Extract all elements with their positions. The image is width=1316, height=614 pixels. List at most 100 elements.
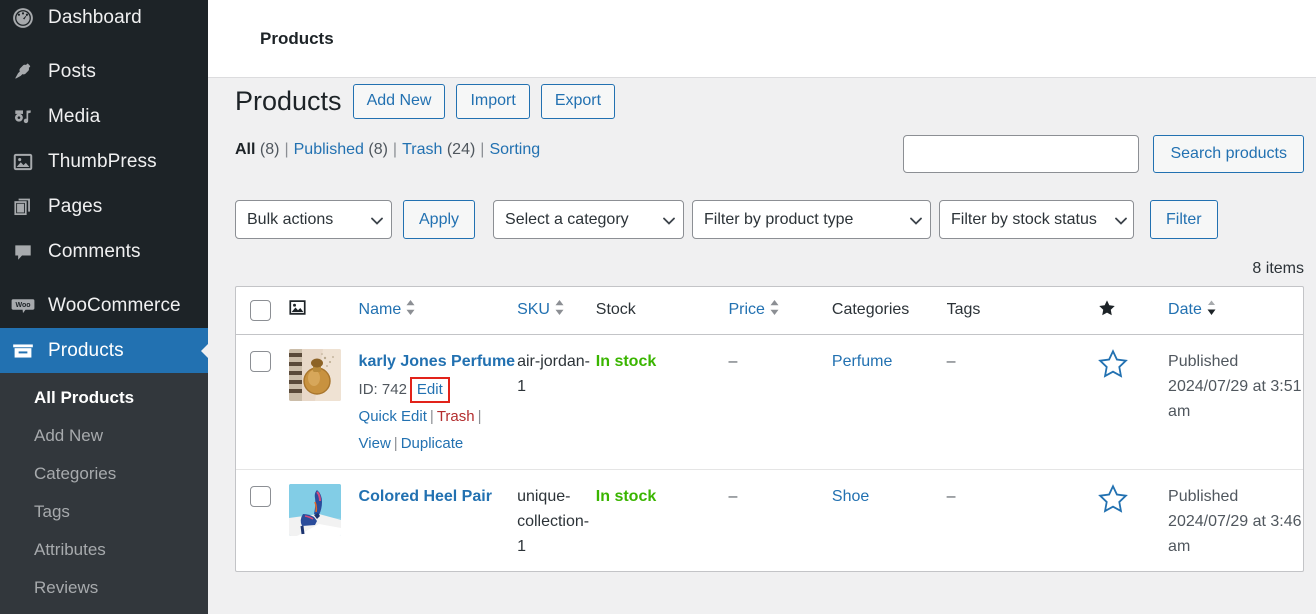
category-value: Select a category: [505, 210, 629, 228]
add-new-button[interactable]: Add New: [352, 84, 446, 119]
sku-sort-link[interactable]: SKU: [517, 301, 550, 319]
price-sort-link[interactable]: Price: [728, 301, 764, 319]
trash-link[interactable]: Trash: [437, 408, 475, 425]
submenu-item-attributes[interactable]: Attributes: [0, 531, 208, 569]
sidebar-item-pages[interactable]: Pages: [0, 184, 208, 229]
filter-button[interactable]: Filter: [1150, 200, 1218, 239]
chevron-down-icon: [663, 217, 675, 225]
admin-topbar: Products: [208, 0, 1316, 78]
sidebar-item-woocommerce[interactable]: Woo WooCommerce: [0, 283, 208, 328]
export-button[interactable]: Export: [540, 84, 616, 119]
status-link-trash[interactable]: Trash: [402, 141, 442, 158]
row-stock-cell: In stock: [596, 469, 729, 571]
main-content: Products Add New Import Export All (8) | P…: [208, 78, 1316, 614]
filters-toolbar: Bulk actions Apply Select a category Fil…: [235, 200, 1218, 239]
sidebar-item-posts[interactable]: Posts: [0, 49, 208, 94]
stock-status-select[interactable]: Filter by stock status: [939, 200, 1135, 239]
bulk-actions-select[interactable]: Bulk actions: [235, 200, 392, 239]
chevron-down-icon: [371, 217, 383, 225]
chevron-down-icon: [910, 217, 922, 225]
sidebar-item-label: ThumbPress: [48, 150, 157, 172]
sidebar-divider: [0, 274, 208, 283]
sidebar-item-comments[interactable]: Comments: [0, 229, 208, 274]
stock-status: In stock: [595, 487, 657, 505]
row-categories-cell: Perfume: [831, 334, 947, 470]
row-sku-cell: air-jordan-1: [517, 334, 596, 470]
row-checkbox[interactable]: [250, 350, 271, 372]
table-row: karly Jones Perfume ID: 742 Edit Quick Ed…: [236, 334, 1303, 470]
price-value: –: [728, 352, 738, 370]
page-title: Products: [235, 86, 342, 116]
row-stock-cell: In stock: [595, 334, 729, 470]
duplicate-link[interactable]: Duplicate: [401, 435, 464, 452]
product-thumbnail-heels[interactable]: [288, 483, 341, 536]
sidebar-item-label: Media: [48, 105, 101, 127]
submenu-item-categories[interactable]: Categories: [0, 455, 208, 493]
submenu-item-reviews[interactable]: Reviews: [0, 569, 208, 607]
apply-button[interactable]: Apply: [403, 200, 476, 239]
search-input[interactable]: [903, 135, 1140, 173]
row-thumbnail-cell: [288, 334, 359, 470]
sort-arrows-icon[interactable]: [554, 299, 565, 321]
sidebar-item-media[interactable]: Media: [0, 94, 208, 139]
submenu-item-add-new[interactable]: Add New: [0, 417, 208, 455]
status-link-published[interactable]: Published: [294, 141, 364, 158]
sort-arrows-icon[interactable]: [769, 299, 780, 321]
status-link-sorting[interactable]: Sorting: [489, 141, 540, 158]
product-thumbnail-perfume[interactable]: [288, 348, 341, 401]
row-featured-cell: [1098, 334, 1169, 470]
sort-arrows-icon[interactable]: [405, 299, 416, 321]
pin-icon: [10, 59, 36, 85]
price-value: –: [728, 487, 738, 505]
dashboard-icon: [10, 5, 36, 31]
name-sort-link[interactable]: Name: [359, 301, 402, 319]
sidebar-item-dashboard[interactable]: Dashboard: [0, 0, 208, 40]
sidebar-item-products[interactable]: Products: [0, 328, 208, 373]
select-all-checkbox[interactable]: [250, 299, 271, 321]
item-count: 8 items: [1252, 260, 1304, 277]
status-link-all[interactable]: All: [235, 141, 255, 158]
status-filter-links: All (8) | Published (8) | Trash (24) | Sorting: [235, 141, 540, 159]
select-all-header: [236, 287, 289, 335]
row-select-cell: [236, 334, 289, 470]
product-name-link[interactable]: Colored Heel Pair: [359, 488, 492, 505]
page-title-row: Products Add New Import Export: [235, 84, 616, 119]
admin-sidebar: Dashboard Posts Media ThumbPress Pages C…: [0, 0, 208, 614]
submenu-item-all-products[interactable]: All Products: [0, 379, 208, 417]
row-tags-cell: –: [946, 334, 1099, 470]
category-select[interactable]: Select a category: [493, 200, 685, 239]
status-separator: |: [480, 141, 485, 158]
sort-arrows-icon[interactable]: [1206, 299, 1217, 321]
edit-link-highlight: Edit: [409, 376, 450, 403]
category-link[interactable]: Perfume: [832, 353, 892, 370]
view-link[interactable]: View: [359, 435, 391, 452]
row-price-cell: –: [728, 334, 832, 470]
product-id: ID: 742: [358, 380, 407, 398]
product-name-link[interactable]: karly Jones Perfume: [359, 353, 516, 370]
star-outline-icon[interactable]: [1098, 483, 1129, 522]
edit-link[interactable]: Edit: [417, 381, 443, 398]
star-icon: [1098, 300, 1116, 321]
sidebar-item-thumbpress[interactable]: ThumbPress: [0, 139, 208, 184]
search-box: Search products: [903, 135, 1304, 173]
search-products-button[interactable]: Search products: [1153, 135, 1304, 173]
svg-text:Woo: Woo: [15, 302, 30, 309]
woo-icon: Woo: [10, 293, 36, 319]
status-separator: |: [284, 141, 289, 158]
row-checkbox[interactable]: [250, 485, 271, 507]
import-button[interactable]: Import: [456, 84, 530, 119]
thumbnail-header: [288, 287, 359, 335]
submenu-item-tags[interactable]: Tags: [0, 493, 208, 531]
quick-edit-link[interactable]: Quick Edit: [359, 408, 427, 425]
star-outline-icon[interactable]: [1098, 348, 1129, 387]
categories-header: Categories: [831, 287, 947, 335]
products-icon: [10, 338, 36, 364]
category-link[interactable]: Shoe: [832, 488, 869, 505]
row-categories-cell: Shoe: [832, 469, 947, 571]
sidebar-item-label: Products: [48, 339, 124, 361]
sidebar-item-label: Posts: [48, 60, 97, 82]
status-count-trash: (24): [446, 141, 476, 158]
product-type-select[interactable]: Filter by product type: [692, 200, 932, 239]
tags-value: –: [946, 352, 956, 370]
date-sort-link[interactable]: Date: [1168, 301, 1202, 319]
